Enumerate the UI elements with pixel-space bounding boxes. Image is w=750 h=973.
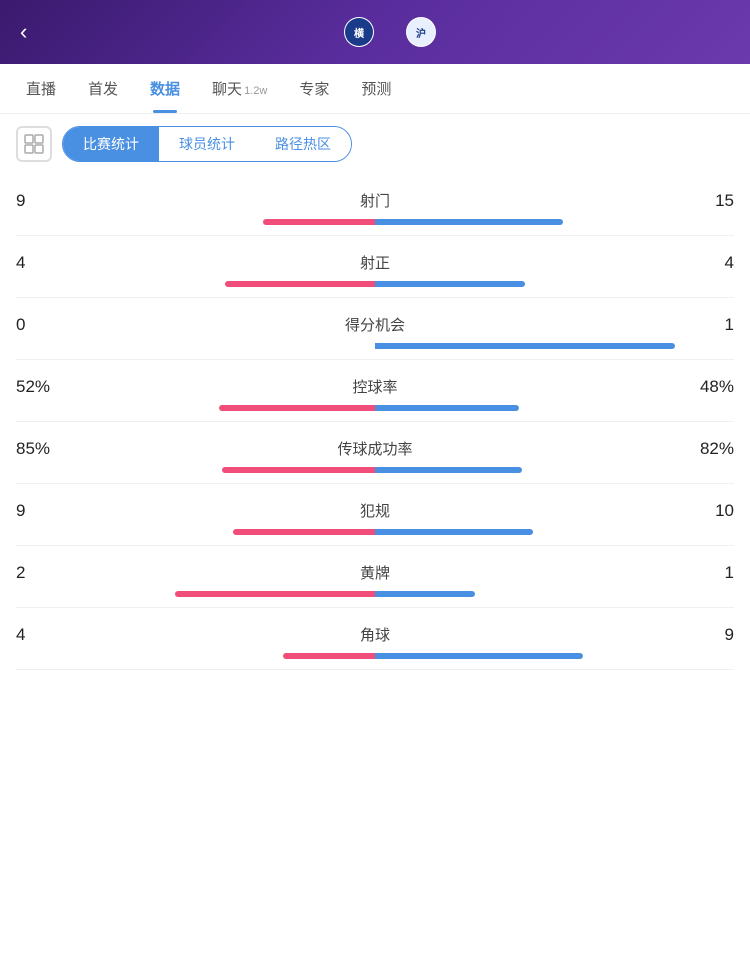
tab-badge: 1.2w — [244, 85, 267, 97]
stat-bar-3 — [16, 405, 734, 411]
stat-left-val-3: 52% — [16, 377, 76, 397]
svg-text:沪: 沪 — [416, 27, 426, 40]
bar-left-5 — [233, 529, 375, 535]
stat-label-4: 传球成功率 — [76, 438, 674, 459]
back-button[interactable]: ‹ — [20, 19, 50, 45]
stat-right-val-2: 1 — [674, 315, 734, 335]
nav-tab-预测[interactable]: 预测 — [345, 64, 407, 113]
sub-tab-路径热区[interactable]: 路径热区 — [255, 127, 351, 161]
stat-label-2: 得分机会 — [76, 314, 674, 335]
stat-row-3: 52% 控球率 48% — [16, 360, 734, 422]
nav-tab-直播[interactable]: 直播 — [10, 64, 72, 113]
sub-tabs-row: 比赛统计球员统计路径热区 — [0, 114, 750, 174]
home-team-badge: 横 — [344, 17, 374, 47]
stat-row-6: 2 黄牌 1 — [16, 546, 734, 608]
stat-bar-6 — [16, 591, 734, 597]
stat-right-val-6: 1 — [674, 563, 734, 583]
bar-right-5 — [375, 529, 533, 535]
stat-header-0: 9 射门 15 — [16, 190, 734, 211]
bar-left-7 — [283, 653, 375, 659]
bar-right-6 — [375, 591, 475, 597]
match-header: ‹ 横 沪 — [0, 0, 750, 64]
stat-row-5: 9 犯规 10 — [16, 484, 734, 546]
stat-label-6: 黄牌 — [76, 562, 674, 583]
bar-right-4 — [375, 467, 522, 473]
stat-left-val-6: 2 — [16, 563, 76, 583]
stat-label-5: 犯规 — [76, 500, 674, 521]
bar-right-1 — [375, 281, 525, 287]
bar-left-4 — [222, 467, 375, 473]
bar-right-2 — [375, 343, 675, 349]
nav-tab-聊天[interactable]: 聊天1.2w — [196, 64, 283, 113]
bar-left-0 — [263, 219, 376, 225]
stat-label-7: 角球 — [76, 624, 674, 645]
away-team-badge: 沪 — [406, 17, 436, 47]
bar-left-6 — [175, 591, 375, 597]
stat-row-2: 0 得分机会 1 — [16, 298, 734, 360]
stat-label-0: 射门 — [76, 190, 674, 211]
stat-header-5: 9 犯规 10 — [16, 500, 734, 521]
stat-row-4: 85% 传球成功率 82% — [16, 422, 734, 484]
stat-row-1: 4 射正 4 — [16, 236, 734, 298]
svg-text:横: 横 — [354, 27, 365, 40]
bar-right-7 — [375, 653, 583, 659]
bar-right-0 — [375, 219, 563, 225]
sub-tab-比赛统计[interactable]: 比赛统计 — [63, 127, 159, 161]
stat-left-val-2: 0 — [16, 315, 76, 335]
stat-bar-1 — [16, 281, 734, 287]
sub-tab-球员统计[interactable]: 球员统计 — [159, 127, 255, 161]
nav-tab-首发[interactable]: 首发 — [72, 64, 134, 113]
stat-bar-5 — [16, 529, 734, 535]
stat-header-6: 2 黄牌 1 — [16, 562, 734, 583]
layout-icon[interactable] — [16, 126, 52, 162]
match-info: 横 沪 — [50, 17, 730, 47]
stat-row-7: 4 角球 9 — [16, 608, 734, 670]
stat-bar-7 — [16, 653, 734, 659]
stat-right-val-3: 48% — [674, 377, 734, 397]
bar-right-3 — [375, 405, 519, 411]
stats-section: 9 射门 15 4 射正 4 — [0, 174, 750, 670]
stat-bar-0 — [16, 219, 734, 225]
stat-header-7: 4 角球 9 — [16, 624, 734, 645]
stat-header-1: 4 射正 4 — [16, 252, 734, 273]
nav-tab-数据[interactable]: 数据 — [134, 64, 196, 113]
stat-right-val-1: 4 — [674, 253, 734, 273]
nav-tab-专家[interactable]: 专家 — [283, 64, 345, 113]
stat-label-3: 控球率 — [76, 376, 674, 397]
stat-left-val-1: 4 — [16, 253, 76, 273]
stat-label-1: 射正 — [76, 252, 674, 273]
stat-left-val-0: 9 — [16, 191, 76, 211]
stat-right-val-0: 15 — [674, 191, 734, 211]
stat-left-val-4: 85% — [16, 439, 76, 459]
stat-header-3: 52% 控球率 48% — [16, 376, 734, 397]
stat-right-val-4: 82% — [674, 439, 734, 459]
stat-row-0: 9 射门 15 — [16, 174, 734, 236]
bar-left-3 — [219, 405, 375, 411]
stat-bar-4 — [16, 467, 734, 473]
stat-header-2: 0 得分机会 1 — [16, 314, 734, 335]
stat-right-val-5: 10 — [674, 501, 734, 521]
stat-left-val-7: 4 — [16, 625, 76, 645]
sub-tab-group: 比赛统计球员统计路径热区 — [62, 126, 352, 162]
bar-left-1 — [225, 281, 375, 287]
stat-header-4: 85% 传球成功率 82% — [16, 438, 734, 459]
stat-bar-2 — [16, 343, 734, 349]
nav-tab-bar: 直播首发数据聊天1.2w专家预测 — [0, 64, 750, 114]
stat-right-val-7: 9 — [674, 625, 734, 645]
stat-left-val-5: 9 — [16, 501, 76, 521]
